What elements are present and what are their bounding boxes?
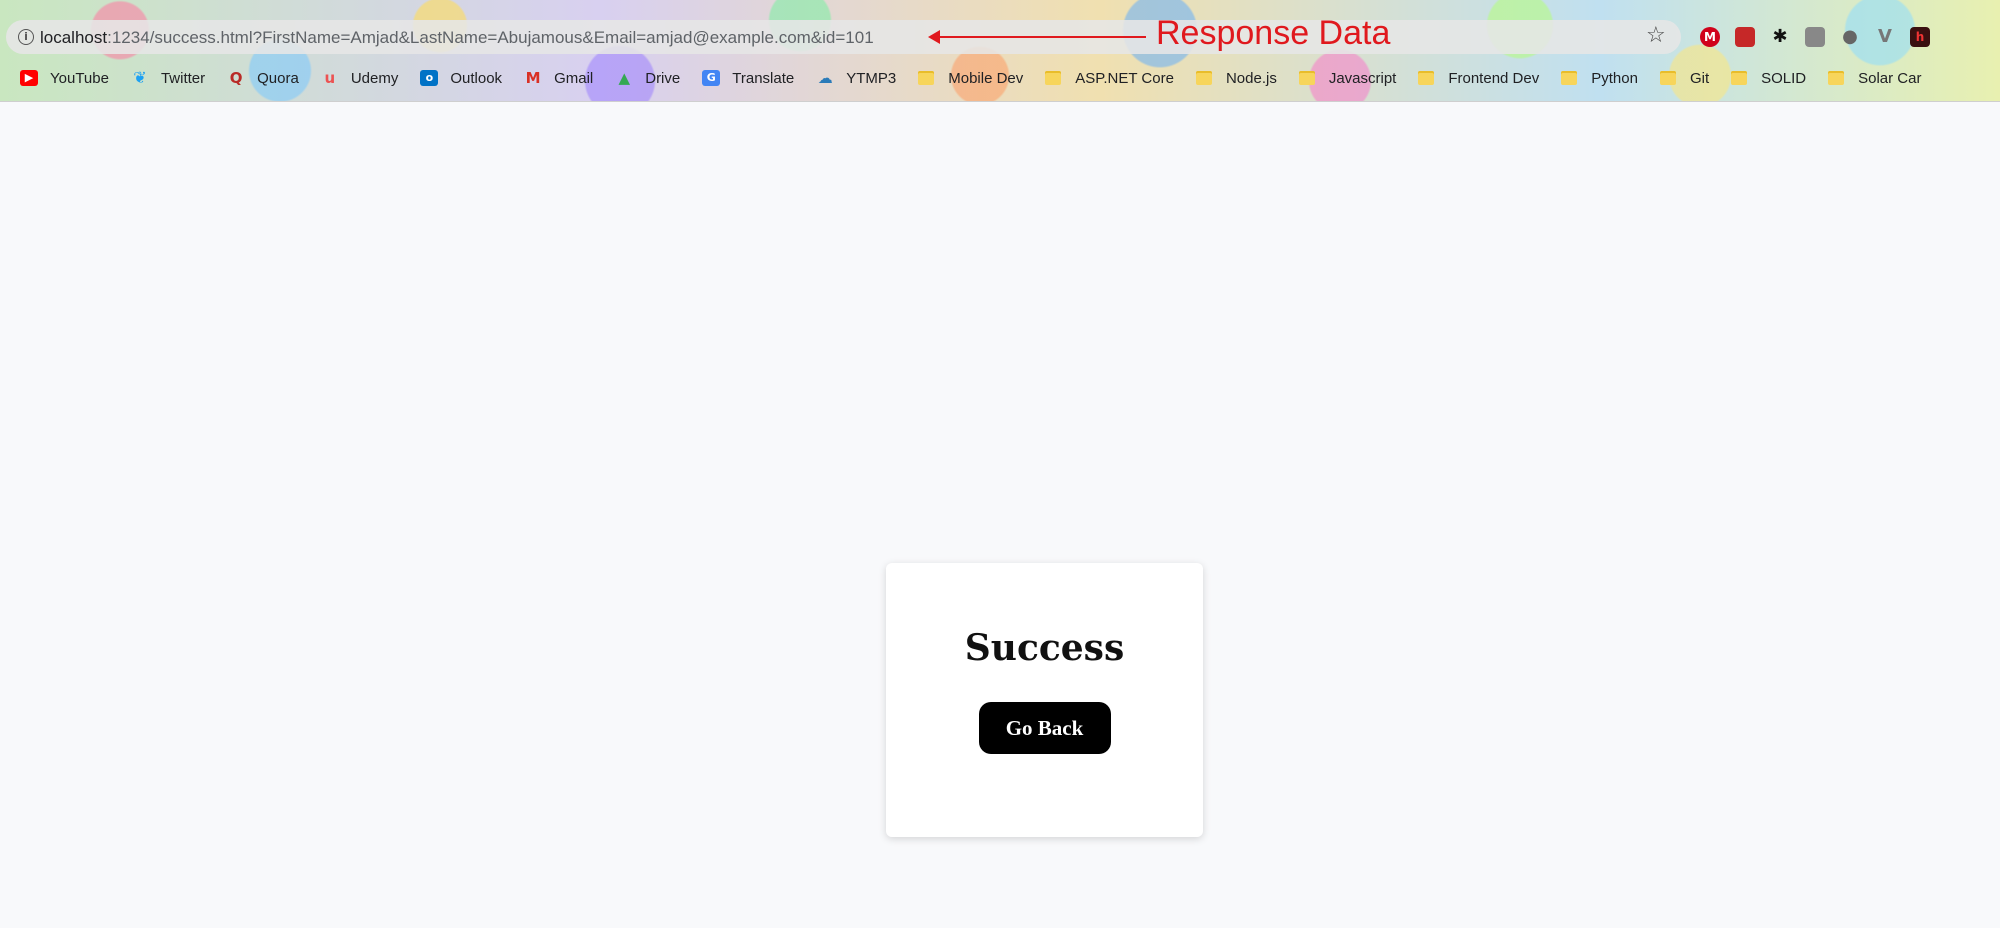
bookmark-label: ASP.NET Core <box>1075 69 1174 87</box>
bookmark-folder-nodejs[interactable]: Node.js <box>1195 69 1277 87</box>
bookmark-quora[interactable]: Q Quora <box>227 70 299 87</box>
bookmark-twitter[interactable]: ❦ Twitter <box>131 70 205 87</box>
bookmark-label: Mobile Dev <box>948 69 1024 87</box>
url-path: :1234/success.html?FirstName=Amjad&LastN… <box>107 28 874 47</box>
bookmark-label: Quora <box>257 69 299 87</box>
extension-icons: M ✱ ● V h <box>1700 25 1930 49</box>
folder-icon <box>1045 71 1062 85</box>
ytmp3-icon: ☁ <box>817 69 833 87</box>
save-extension-icon[interactable] <box>1805 27 1825 47</box>
bookmark-label: Twitter <box>160 69 206 87</box>
outlook-icon: o <box>420 70 439 86</box>
bookmark-label: Python <box>1591 69 1638 87</box>
bookmark-folder-frontend-dev[interactable]: Frontend Dev <box>1418 70 1539 87</box>
bookmark-folder-solid[interactable]: SOLID <box>1731 70 1806 87</box>
browser-chrome: i localhost:1234/success.html?FirstName=… <box>0 0 2000 102</box>
vue-extension-icon[interactable]: V <box>1875 27 1895 47</box>
bookmark-star-icon[interactable]: ☆ <box>1646 24 1666 48</box>
bookmark-label: Frontend Dev <box>1448 69 1540 87</box>
folder-icon <box>918 71 935 85</box>
bookmark-gmail[interactable]: M Gmail <box>524 69 594 87</box>
bookmark-folder-javascript[interactable]: Javascript <box>1298 69 1397 87</box>
url-host: localhost <box>40 28 108 47</box>
folder-icon <box>1298 71 1315 85</box>
folder-icon <box>1731 71 1748 85</box>
folder-icon <box>1418 71 1435 85</box>
info-icon[interactable]: i <box>18 29 34 45</box>
annotation-arrow <box>928 30 1146 44</box>
bookmark-youtube[interactable]: ▶ YouTube <box>20 70 109 87</box>
bookmark-folder-mobile-dev[interactable]: Mobile Dev <box>918 70 1023 87</box>
bookmark-drive[interactable]: ▲ Drive <box>615 70 680 87</box>
success-card: Success Go Back <box>886 563 1203 837</box>
h-extension-icon[interactable]: h <box>1910 27 1930 47</box>
bookmark-label: SOLID <box>1761 69 1807 87</box>
quora-icon: Q <box>229 69 243 87</box>
bookmark-label: Gmail <box>554 69 594 87</box>
go-back-button[interactable]: Go Back <box>978 702 1111 754</box>
annotation-label: Response Data <box>1156 14 1391 52</box>
folder-icon <box>1195 71 1212 85</box>
drive-icon: ▲ <box>618 69 630 87</box>
url-text[interactable]: localhost:1234/success.html?FirstName=Am… <box>40 28 874 48</box>
folder-icon <box>1659 71 1676 85</box>
twitter-icon: ❦ <box>133 68 147 87</box>
youtube-icon: ▶ <box>20 70 38 86</box>
page-title: Success <box>964 627 1125 669</box>
bookmark-folder-solar-car[interactable]: Solar Car <box>1828 70 1921 87</box>
bookmark-ytmp3[interactable]: ☁ YTMP3 <box>816 69 897 87</box>
bookmark-folder-python[interactable]: Python <box>1561 70 1638 87</box>
bookmark-label: Git <box>1689 69 1710 87</box>
bookmark-folder-git[interactable]: Git <box>1659 69 1710 87</box>
bookmark-label: Outlook <box>450 69 503 87</box>
translate-icon: G <box>702 70 721 86</box>
bookmark-outlook[interactable]: o Outlook <box>420 70 502 87</box>
bookmark-label: Javascript <box>1328 69 1397 87</box>
gnome-extension-icon[interactable]: ✱ <box>1770 27 1790 47</box>
bookmarks-bar: ▶ YouTube ❦ Twitter Q Quora u Udemy o Outlook… <box>20 64 1943 92</box>
address-bar[interactable]: i localhost:1234/success.html?FirstName=… <box>6 20 1681 54</box>
bookmark-label: Udemy <box>350 69 399 87</box>
bookmark-translate[interactable]: G Translate <box>702 70 794 87</box>
gmail-icon: M <box>525 69 541 87</box>
bookmark-folder-aspnet-core[interactable]: ASP.NET Core <box>1045 70 1174 87</box>
bulb-extension-icon[interactable]: ● <box>1840 27 1860 47</box>
mega-extension-icon[interactable]: M <box>1700 27 1720 47</box>
udemy-icon: u <box>324 69 336 87</box>
folder-icon <box>1561 71 1578 85</box>
bookmark-udemy[interactable]: u Udemy <box>321 70 399 87</box>
bookmark-label: Translate <box>732 69 795 87</box>
bookmark-label: Node.js <box>1225 69 1277 87</box>
bookmark-label: Drive <box>645 69 681 87</box>
bookmark-label: YTMP3 <box>846 69 897 87</box>
bookmark-label: Solar Car <box>1858 69 1922 87</box>
bookmark-label: YouTube <box>50 69 109 87</box>
folder-icon <box>1828 71 1845 85</box>
book-extension-icon[interactable] <box>1735 27 1755 47</box>
